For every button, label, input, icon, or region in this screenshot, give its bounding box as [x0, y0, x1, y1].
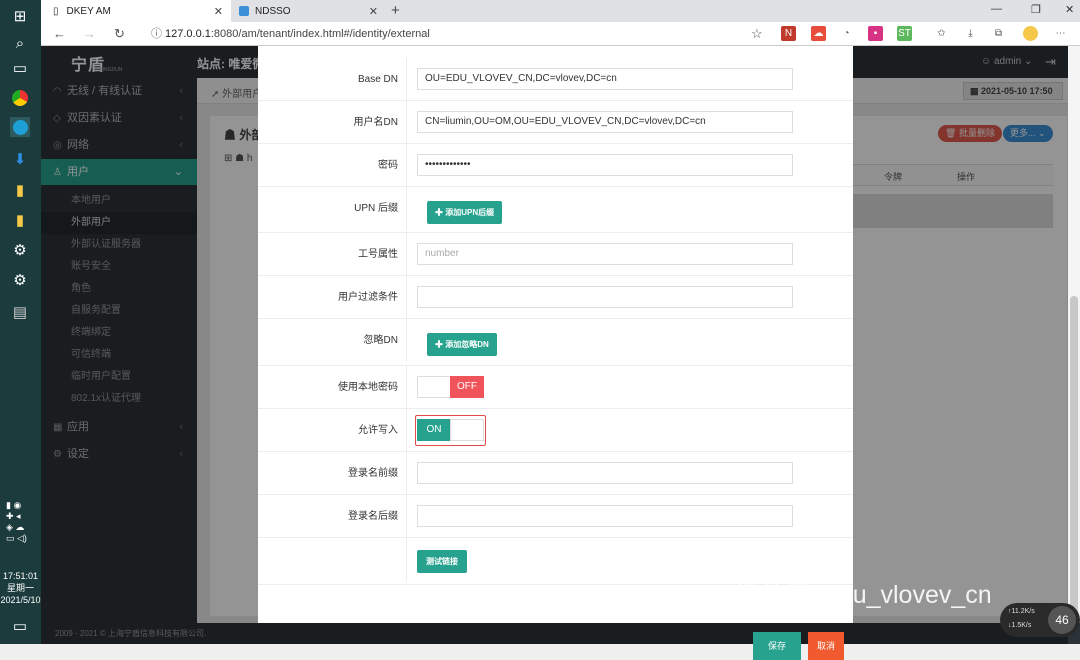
extension-pink-icon[interactable]: ▪ — [868, 26, 883, 41]
row-local-password: 使用本地密码 OFF — [258, 366, 853, 409]
menu-icon[interactable]: ⋯ — [1053, 26, 1068, 41]
field-label: 登录名前缀 — [348, 468, 398, 479]
window-close-icon[interactable]: ✕ — [1065, 3, 1074, 16]
favorites-icon[interactable]: ✩ — [934, 26, 949, 41]
row-upn-suffix: UPN 后缀 ✚ 添加UPN后缀 — [258, 187, 853, 233]
user-filter-input[interactable] — [417, 286, 793, 308]
row-ignore-dn: 忽略DN ✚ 添加忽略DN — [258, 319, 853, 366]
tab-label: DKEY AM — [66, 5, 111, 17]
download-icon[interactable]: ⬇ — [10, 149, 30, 169]
upload-value: 11.2K/s — [1011, 608, 1035, 615]
highlight-box — [415, 415, 486, 446]
settings-icon-2[interactable]: ⚙ — [10, 270, 30, 290]
toggle-state: OFF — [450, 376, 484, 398]
row-employee-id: 工号属性 number — [258, 233, 853, 276]
download-value: 1.5K/s — [1011, 622, 1032, 629]
login-suffix-input[interactable] — [417, 505, 793, 527]
app-icon[interactable]: ▤ — [10, 302, 30, 322]
row-password: 密码 ••••••••••••• — [258, 144, 853, 187]
page-scrollbar[interactable] — [1068, 46, 1080, 623]
field-label: 用户名DN — [353, 117, 398, 128]
field-label: 用户过滤条件 — [338, 292, 398, 303]
browser-tabstrip: ▯ DKEY AM ✕ NDSSO ✕ + — ❐ ✕ — [41, 0, 1080, 22]
field-label: 使用本地密码 — [338, 382, 398, 393]
field-label: 密码 — [378, 160, 398, 171]
cpu-percent: 46 — [1048, 606, 1076, 634]
extension-new-icon[interactable]: N — [781, 26, 796, 41]
taskbar-clock[interactable]: 17:51:01 星期一 2021/5/10 — [0, 570, 41, 606]
row-login-suffix: 登录名后缀 — [258, 495, 853, 538]
settings-icon[interactable]: ⚙ — [10, 240, 30, 260]
close-icon[interactable]: ✕ — [369, 5, 378, 18]
clock-date: 2021/5/10 — [0, 595, 41, 605]
row-base-dn: Base DN OU=EDU_VLOVEV_CN,DC=vlovev,DC=cn — [258, 58, 853, 101]
notification-icon[interactable]: ▭ — [10, 616, 30, 636]
user-dn-input[interactable]: CN=liumin,OU=OM,OU=EDU_VLOVEV_CN,DC=vlov… — [417, 111, 793, 133]
base-dn-input[interactable]: OU=EDU_VLOVEV_CN,DC=vlovev,DC=cn — [417, 68, 793, 90]
cancel-button[interactable]: 取消 — [808, 632, 844, 660]
edge-icon[interactable] — [10, 117, 30, 137]
forward-icon[interactable]: → — [83, 26, 96, 41]
windows-taskbar: ⊞ ⌕ ▭ ⬇ ▮ ▮ ⚙ ⚙ ▤ ▮ ◉ ✚ ◂ ◈ ☁ ▭ ◁) 17:51:01… — [0, 0, 41, 644]
new-tab-icon[interactable]: + — [391, 2, 400, 19]
add-upn-suffix-button[interactable]: ✚ 添加UPN后缀 — [427, 201, 503, 224]
refresh-icon[interactable]: ↻ — [114, 26, 125, 42]
add-ignore-dn-button[interactable]: ✚ 添加忽略DN — [427, 333, 497, 356]
upload-speed: ↑11.2K/s — [1008, 608, 1035, 615]
ndsso-icon — [239, 6, 249, 16]
task-view-icon[interactable]: ▭ — [10, 58, 30, 78]
field-label: 工号属性 — [358, 249, 398, 260]
folder-icon-2[interactable]: ▮ — [10, 210, 30, 230]
row-user-filter: 用户过滤条件 — [258, 276, 853, 319]
scrollbar-thumb[interactable] — [1070, 296, 1078, 616]
profile-avatar[interactable] — [1023, 26, 1038, 41]
field-label: Base DN — [357, 74, 398, 85]
local-password-toggle[interactable]: OFF — [417, 376, 484, 398]
minimize-icon[interactable]: — — [991, 3, 1002, 15]
field-label: UPN 后缀 — [354, 203, 398, 214]
url-host: 127.0.0.1 — [165, 28, 211, 40]
info-icon: ⓘ — [151, 28, 162, 40]
address-bar: ← → ↻ ⓘ 127.0.0.1:8080/am/tenant/index.h… — [41, 22, 1080, 46]
row-login-prefix: 登录名前缀 — [258, 452, 853, 495]
tab-label: NDSSO — [255, 5, 291, 17]
folder-icon[interactable]: ▮ — [10, 180, 30, 200]
field-label: 登录名后缀 — [348, 511, 398, 522]
field-label: 忽略DN — [363, 335, 398, 346]
restore-icon[interactable]: ❐ — [1031, 3, 1041, 16]
extension-st-icon[interactable]: ST — [897, 26, 912, 41]
field-label: 允许写入 — [358, 425, 398, 436]
clock-weekday: 星期一 — [6, 583, 34, 593]
close-icon[interactable]: ✕ — [214, 5, 223, 18]
test-connection-button[interactable]: 测试链接 — [417, 550, 467, 573]
extension-cloud-icon[interactable]: ☁ — [811, 26, 826, 41]
ldap-config-modal: Base DN OU=EDU_VLOVEV_CN,DC=vlovev,DC=cn… — [258, 46, 853, 660]
extension-gauge-icon[interactable]: ◔ — [839, 26, 854, 41]
password-input[interactable]: ••••••••••••• — [417, 154, 793, 176]
collections-icon[interactable]: ⧉ — [991, 26, 1006, 41]
downloads-icon[interactable]: ⤓ — [963, 26, 978, 41]
download-speed: ↓1.5K/s — [1008, 622, 1032, 629]
tray-icons: ▮ ◉ ✚ ◂ ◈ ☁ ▭ ◁) — [6, 500, 27, 543]
watermark: 微信号: edu_vlovev_cn — [736, 581, 992, 609]
row-user-dn: 用户名DN CN=liumin,OU=OM,OU=EDU_VLOVEV_CN,D… — [258, 101, 853, 144]
windows-start-icon[interactable]: ⊞ — [10, 6, 30, 26]
clock-time: 17:51:01 — [2, 571, 39, 581]
favorite-icon[interactable]: ☆ — [751, 26, 763, 42]
page-icon: ▯ — [53, 5, 59, 17]
network-monitor: ↑11.2K/s ↓1.5K/s 46 — [1000, 603, 1080, 637]
search-icon[interactable]: ⌕ — [10, 33, 30, 53]
back-icon[interactable]: ← — [53, 26, 66, 41]
field-label — [258, 538, 398, 581]
tab-dkey-am[interactable]: ▯ DKEY AM ✕ — [41, 0, 231, 22]
employee-id-input[interactable]: number — [417, 243, 793, 265]
chrome-icon[interactable] — [10, 88, 30, 108]
row-allow-write: 允许写入 ON — [258, 409, 853, 452]
url-field[interactable]: ⓘ 127.0.0.1:8080/am/tenant/index.html#/i… — [151, 24, 811, 44]
tab-ndsso[interactable]: NDSSO ✕ — [231, 0, 386, 22]
save-button[interactable]: 保存 — [753, 632, 801, 660]
url-path: :8080/am/tenant/index.html#/identity/ext… — [210, 28, 430, 40]
login-prefix-input[interactable] — [417, 462, 793, 484]
